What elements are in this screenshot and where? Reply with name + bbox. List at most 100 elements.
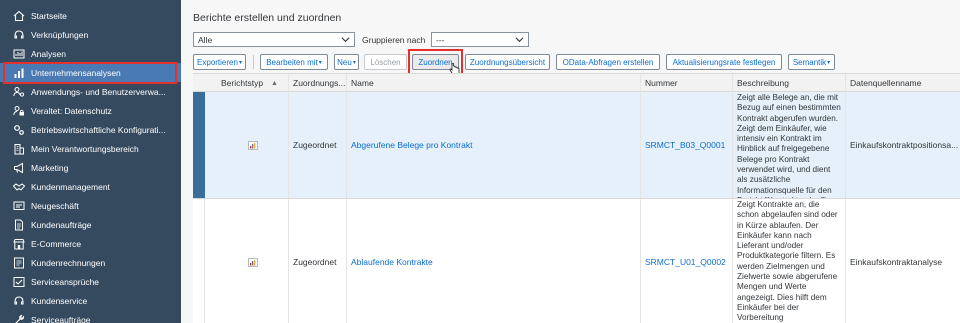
sidebar-item[interactable]: Mein Verantwortungsbereich (0, 139, 181, 158)
odata-query-button[interactable]: OData-Abfragen erstellen (556, 54, 660, 70)
building-icon (13, 143, 25, 155)
page-title: Berichte erstellen und zuordnen (193, 12, 342, 24)
sidebar-item-label: Kundenservice (31, 295, 88, 306)
report-number-link[interactable]: SRMCT_B03_Q0001 (640, 92, 732, 198)
row-selection-indicator[interactable] (193, 92, 205, 198)
report-type-cell (217, 199, 288, 323)
column-header-number[interactable]: Nummer (640, 74, 732, 92)
report-name-link[interactable]: Abgerufene Belege pro Kontrakt (346, 92, 640, 198)
sidebar-item-label: Mein Verantwortungsbereich (31, 143, 139, 154)
handshake-icon (13, 181, 25, 193)
headset-icon (13, 29, 25, 41)
sidebar-item[interactable]: Betriebswirtschaftliche Konfigurati... (0, 120, 181, 139)
invoice-icon (13, 257, 25, 269)
column-header-name[interactable]: Name (346, 74, 640, 92)
gears-icon (13, 124, 25, 136)
filter-select[interactable]: Alle (193, 32, 355, 47)
headset-icon (13, 295, 25, 307)
sidebar-item-label: Betriebswirtschaftliche Konfigurati... (31, 124, 166, 135)
sidebar-item-label: Serviceaufträge (31, 314, 91, 323)
assign-overview-label: Zuordnungsübersicht (469, 57, 546, 67)
megaphone-icon (13, 162, 25, 174)
sidebar-item[interactable]: Kundenaufträge (0, 215, 181, 234)
sidebar-item[interactable]: Serviceansprüche (0, 272, 181, 291)
chart-table-icon (13, 48, 25, 60)
sidebar-item[interactable]: E-Commerce (0, 234, 181, 253)
sort-ascending-icon: ▲ (271, 79, 278, 87)
table-row[interactable]: Zugeordnet Abgerufene Belege pro Kontrak… (193, 92, 960, 199)
sidebar-item[interactable]: Serviceaufträge (0, 310, 181, 323)
column-header-label: Berichtstyp (221, 78, 264, 88)
refresh-rate-label: Aktualisierungsrate festlegen (672, 57, 776, 67)
sidebar-item-label: Neugeschäft (31, 200, 79, 211)
main-area: Berichte erstellen und zuordnen Alle Gru… (181, 0, 960, 323)
sidebar-item[interactable]: Startseite (0, 6, 181, 25)
sidebar-item-label: Kundenaufträge (31, 219, 92, 230)
description-cell: Zeigt Kontrakte an, die schon abgelaufen… (732, 199, 845, 323)
semantics-button[interactable]: Semantik ▾ (788, 54, 835, 70)
bar-chart-icon (13, 67, 25, 79)
column-header-assignment[interactable]: Zuordnungs... (288, 74, 346, 92)
sidebar-item[interactable]: Neugeschäft (0, 196, 181, 215)
claim-icon (13, 276, 25, 288)
column-header-description[interactable]: Beschreibung (732, 74, 845, 92)
sidebar-item-label: Verknüpfungen (31, 29, 89, 40)
sidebar-item-label: Anwendungs- und Benutzerverwa... (31, 86, 166, 97)
sidebar-item[interactable]: Marketing (0, 158, 181, 177)
caret-down-icon: ▾ (238, 59, 242, 66)
sidebar-item-label: Veraltet: Datenschutz (31, 105, 112, 116)
report-type-cell (217, 92, 288, 198)
delete-label: Löschen (370, 57, 401, 67)
assignment-cell: Zugeordnet (288, 199, 346, 323)
sidebar-item[interactable]: Anwendungs- und Benutzerverwa... (0, 82, 181, 101)
export-button[interactable]: Exportieren ▾ (193, 54, 246, 70)
users-gear-icon (13, 86, 25, 98)
sidebar-item[interactable]: Unternehmensanalysen (0, 63, 181, 82)
group-by-value: --- (436, 34, 445, 45)
refresh-rate-button[interactable]: Aktualisierungsrate festlegen (666, 54, 782, 70)
sidebar-item-label: Kundenrechnungen (31, 257, 106, 268)
report-chart-icon (247, 140, 258, 150)
table-header: Berichtstyp ▲ Zuordnungs... Name Nummer … (193, 74, 960, 92)
edit-with-label: Bearbeiten mit (266, 57, 318, 67)
delete-button[interactable]: Löschen (364, 54, 407, 70)
group-by-label: Gruppieren nach (362, 35, 426, 45)
row-selection-indicator[interactable] (193, 199, 205, 323)
description-cell: Zeigt alle Belege an, die mit Bezug auf … (732, 92, 845, 198)
sidebar-item[interactable]: Kundenrechnungen (0, 253, 181, 272)
toolbar-separator (253, 55, 254, 69)
column-header-datasource[interactable]: Datenquellenname (845, 74, 960, 92)
sidebar-item-label: Unternehmensanalysen (31, 67, 121, 78)
sidebar-item[interactable]: Analysen (0, 44, 181, 63)
column-header-report-type[interactable]: Berichtstyp ▲ (217, 74, 288, 92)
column-header-label: Beschreibung (737, 78, 789, 88)
assign-overview-button[interactable]: Zuordnungsübersicht (465, 54, 550, 70)
user-lock-icon (13, 105, 25, 117)
nav-list: Startseite Verknüpfungen Analysen Unternehm… (0, 0, 181, 323)
sidebar-item[interactable]: Veraltet: Datenschutz (0, 101, 181, 120)
sidebar-item[interactable]: Kundenmanagement (0, 177, 181, 196)
table-row[interactable]: Zugeordnet Ablaufende Kontrakte SRMCT_U0… (193, 199, 960, 323)
group-by-select[interactable]: --- (431, 32, 529, 47)
sidebar: Startseite Verknüpfungen Analysen Unternehm… (0, 0, 181, 323)
caret-down-icon: ▾ (352, 59, 356, 66)
cart-icon (13, 200, 25, 212)
home-icon (13, 10, 25, 22)
chevron-down-icon (515, 37, 524, 43)
report-number-link[interactable]: SRMCT_U01_Q0002 (640, 199, 732, 323)
assign-label: Zuordnen (418, 57, 453, 67)
datasource-cell: Einkaufskontraktanalyse (845, 199, 960, 323)
new-button[interactable]: Neu ▾ (334, 54, 359, 70)
sidebar-item-label: E-Commerce (31, 238, 82, 249)
report-name-link[interactable]: Ablaufende Kontrakte (346, 199, 640, 323)
export-label: Exportieren (197, 57, 238, 67)
sidebar-item[interactable]: Kundenservice (0, 291, 181, 310)
caret-down-icon: ▾ (827, 59, 831, 66)
column-header-label: Zuordnungs... (293, 78, 346, 88)
shop-icon (13, 238, 25, 250)
edit-with-button[interactable]: Bearbeiten mit ▾ (260, 54, 328, 70)
sidebar-item-label: Analysen (31, 48, 66, 59)
odata-query-label: OData-Abfragen erstellen (562, 57, 654, 67)
new-label: Neu (337, 57, 352, 67)
sidebar-item[interactable]: Verknüpfungen (0, 25, 181, 44)
